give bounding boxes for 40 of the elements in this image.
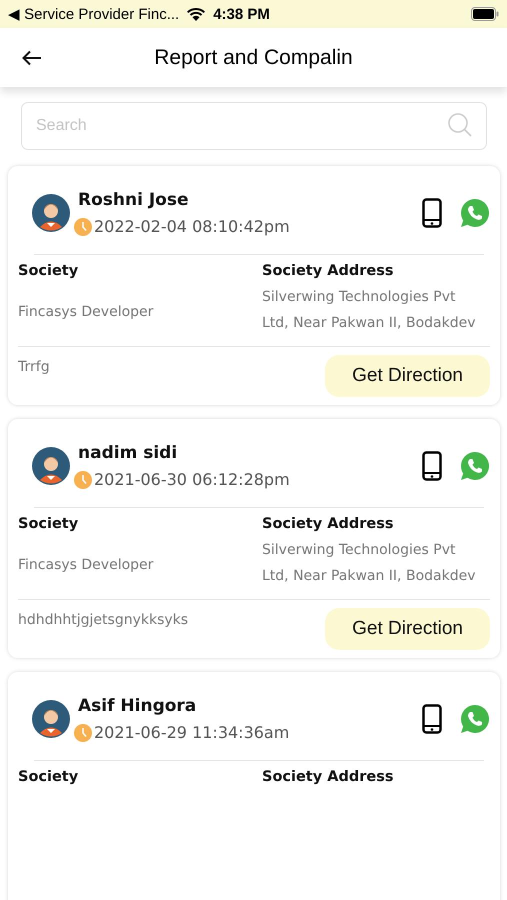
chat-phone-icon[interactable] (460, 704, 490, 734)
timestamp: 2021-06-29 11:34:36am (94, 723, 290, 742)
phone-icon[interactable] (422, 198, 442, 228)
field-label: Society Address (262, 263, 394, 279)
clock-icon (74, 218, 92, 236)
society-address: Silverwing Technologies Pvt Ltd, Near Pakwan II, Bodakdev (262, 541, 476, 586)
field-label: Society Address (262, 516, 394, 532)
person-name: nadim sidi (78, 443, 178, 463)
clock-icon (74, 724, 92, 742)
battery-icon (471, 7, 499, 21)
field-label: Society Address (262, 769, 394, 785)
wifi-icon (186, 6, 206, 22)
society-name: Fincasys Developer (18, 556, 154, 572)
person-name: Asif Hingora (78, 696, 198, 716)
field-label: Society (18, 769, 80, 785)
field-label: Society (18, 516, 80, 532)
get-direction-button[interactable]: Get Direction (325, 608, 490, 650)
field-label: Society (18, 263, 80, 279)
chat-phone-icon[interactable] (460, 451, 490, 481)
back-to-app-link[interactable]: ◀ Service Provider Finc... (8, 5, 180, 23)
search-icon (447, 112, 473, 138)
chat-phone-icon[interactable] (460, 198, 490, 228)
phone-icon[interactable] (422, 451, 442, 481)
avatar-icon (32, 447, 70, 485)
get-direction-button[interactable]: Get Direction (325, 355, 490, 397)
complaint-text: Trrfg (18, 359, 50, 375)
status-time: 4:38 PM (213, 6, 270, 22)
clock-icon (74, 470, 92, 488)
back-arrow-icon[interactable] (22, 50, 42, 66)
complaint-text: hdhdhhtjgjetsgnykksyks (18, 612, 188, 628)
society-name: Fincasys Developer (18, 304, 154, 320)
person-name: Roshni Jose (78, 190, 190, 210)
phone-icon[interactable] (422, 704, 442, 734)
page-title: Report and Compalin (153, 46, 354, 70)
timestamp: 2022-02-04 08:10:42pm (94, 217, 290, 236)
society-address: Silverwing Technologies Pvt Ltd, Near Pakwan II, Bodakdev (262, 288, 476, 333)
avatar-icon (32, 700, 70, 738)
search-field[interactable]: Search (21, 102, 487, 150)
avatar-icon (32, 194, 70, 232)
timestamp: 2021-06-30 06:12:28pm (94, 470, 290, 489)
